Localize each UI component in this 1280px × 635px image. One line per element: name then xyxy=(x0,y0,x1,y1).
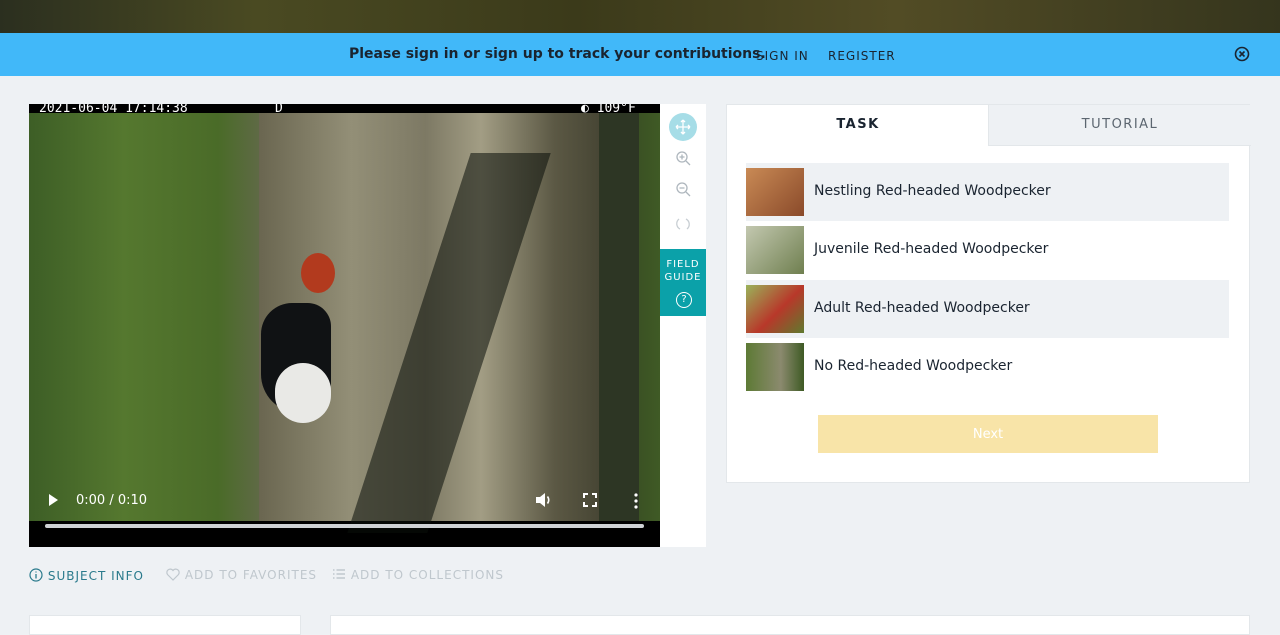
video-time: 0:00 / 0:10 xyxy=(76,493,148,508)
camera-temperature: ◐ 109°F xyxy=(581,104,636,116)
fullscreen-icon[interactable] xyxy=(583,493,597,507)
camera-mode: D xyxy=(275,104,283,116)
subject-info-label: SUBJECT INFO xyxy=(47,569,144,583)
add-to-favorites-label: ADD TO FAVORITES xyxy=(184,568,318,582)
move-icon[interactable] xyxy=(669,113,697,141)
choice-juvenile[interactable]: Juvenile Red-headed Woodpecker xyxy=(746,221,1229,279)
close-circle-icon[interactable] xyxy=(1234,46,1250,62)
next-button[interactable]: Next xyxy=(818,415,1158,453)
choice-thumbnail xyxy=(746,343,804,391)
banner-message: Please sign in or sign up to track your … xyxy=(349,46,766,62)
choice-none[interactable]: No Red-headed Woodpecker xyxy=(746,338,1229,396)
rotate-icon[interactable] xyxy=(669,210,697,238)
choice-thumbnail xyxy=(746,226,804,274)
tab-tutorial[interactable]: TUTORIAL xyxy=(988,105,1251,146)
sign-in-link[interactable]: SIGN IN xyxy=(756,49,809,63)
choice-label: Adult Red-headed Woodpecker xyxy=(814,300,1030,316)
zoom-in-icon[interactable] xyxy=(669,144,697,172)
register-link[interactable]: REGISTER xyxy=(828,49,896,63)
tab-task[interactable]: TASK xyxy=(727,105,989,145)
woodpecker-head xyxy=(301,253,335,293)
info-icon xyxy=(29,568,43,582)
video-frame xyxy=(29,113,660,533)
video-progress-bar[interactable] xyxy=(45,524,644,528)
field-guide-button[interactable]: FIELD GUIDE ? xyxy=(660,249,706,316)
choice-thumbnail xyxy=(746,168,804,216)
choice-label: No Red-headed Woodpecker xyxy=(814,358,1013,374)
camera-timestamp: 2021-06-04 17:14:38 xyxy=(39,104,188,116)
more-vertical-icon[interactable] xyxy=(633,493,639,509)
field-guide-label: FIELD GUIDE xyxy=(664,259,702,283)
choice-thumbnail xyxy=(746,285,804,333)
choice-adult[interactable]: Adult Red-headed Woodpecker xyxy=(746,280,1229,338)
bottom-card-left xyxy=(29,615,301,635)
add-to-collections-button[interactable]: ADD TO COLLECTIONS xyxy=(332,568,504,582)
heart-icon xyxy=(166,568,180,581)
subject-video[interactable]: 2021-06-04 17:14:38 D ◐ 109°F xyxy=(29,104,660,547)
play-icon[interactable] xyxy=(49,494,58,506)
list-icon xyxy=(333,569,345,579)
help-icon: ? xyxy=(676,292,692,308)
subject-info-button[interactable]: SUBJECT INFO xyxy=(29,568,144,583)
add-to-collections-label: ADD TO COLLECTIONS xyxy=(350,568,504,582)
sign-in-banner: Please sign in or sign up to track your … xyxy=(0,33,1280,76)
hero-image-strip xyxy=(0,0,1280,33)
choice-nestling[interactable]: Nestling Red-headed Woodpecker xyxy=(746,163,1229,221)
choice-label: Nestling Red-headed Woodpecker xyxy=(814,183,1051,199)
add-to-favorites-button[interactable]: ADD TO FAVORITES xyxy=(166,568,317,582)
choice-label: Juvenile Red-headed Woodpecker xyxy=(814,241,1049,257)
zoom-out-icon[interactable] xyxy=(669,175,697,203)
volume-icon[interactable] xyxy=(535,492,553,508)
bottom-card-right xyxy=(330,615,1250,635)
